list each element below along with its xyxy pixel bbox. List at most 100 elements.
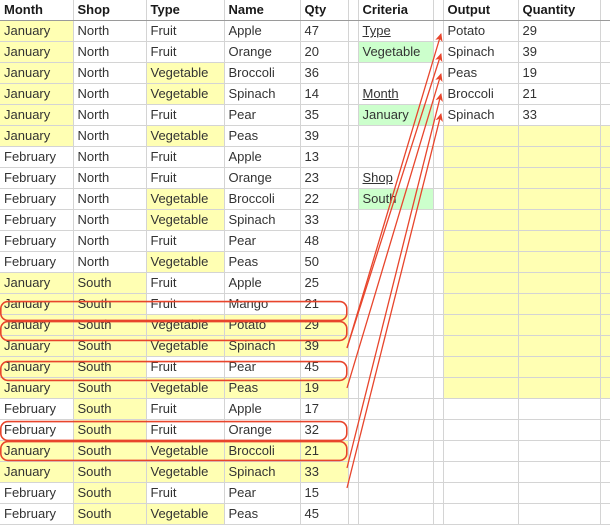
spacer-cell-2[interactable] [433, 314, 444, 336]
cell-month[interactable]: February [0, 251, 74, 273]
criteria-empty-cell[interactable] [358, 398, 434, 420]
output-name-empty[interactable] [443, 230, 519, 252]
cell-month[interactable]: February [0, 146, 74, 168]
output-qty-blank[interactable] [518, 503, 601, 525]
cell-shop[interactable]: North [73, 20, 147, 42]
output-qty-empty[interactable] [518, 356, 601, 378]
cell-name[interactable]: Orange [224, 419, 301, 441]
cell-type[interactable]: Vegetable [146, 251, 225, 273]
spacer-cell-2[interactable] [433, 335, 444, 357]
cell-month[interactable]: January [0, 335, 74, 357]
output-name-empty[interactable] [443, 272, 519, 294]
criteria-empty-cell[interactable] [358, 377, 434, 399]
criteria-empty-cell[interactable] [358, 419, 434, 441]
cell-type[interactable]: Vegetable [146, 188, 225, 210]
cell-qty[interactable]: 19 [300, 377, 349, 399]
cell-month[interactable]: February [0, 167, 74, 189]
spacer-cell-2[interactable] [433, 83, 444, 105]
output-name[interactable]: Spinach [443, 41, 519, 63]
output-qty-empty[interactable] [518, 230, 601, 252]
cell-qty[interactable]: 48 [300, 230, 349, 252]
column-header-qty[interactable]: Qty [300, 0, 349, 21]
output-qty-empty[interactable] [518, 125, 601, 147]
criteria-value[interactable]: South [358, 188, 434, 210]
cell-name[interactable]: Spinach [224, 461, 301, 483]
spacer-cell-3[interactable] [600, 41, 610, 63]
spacer-cell-3[interactable] [600, 167, 610, 189]
cell-type[interactable]: Fruit [146, 293, 225, 315]
cell-shop[interactable]: South [73, 314, 147, 336]
output-qty-blank[interactable] [518, 419, 601, 441]
cell-shop[interactable]: South [73, 356, 147, 378]
output-name-empty[interactable] [443, 293, 519, 315]
output-name-empty[interactable] [443, 188, 519, 210]
cell-month[interactable]: January [0, 440, 74, 462]
cell-name[interactable]: Broccoli [224, 188, 301, 210]
output-qty-blank[interactable] [518, 461, 601, 483]
cell-month[interactable]: February [0, 503, 74, 525]
output-qty-empty[interactable] [518, 146, 601, 168]
cell-type[interactable]: Fruit [146, 356, 225, 378]
cell-qty[interactable]: 25 [300, 272, 349, 294]
cell-name[interactable]: Peas [224, 377, 301, 399]
criteria-label[interactable]: Shop [358, 167, 434, 189]
spacer-cell-1[interactable] [348, 62, 359, 84]
output-name-empty[interactable] [443, 335, 519, 357]
spacer-cell-2[interactable] [433, 104, 444, 126]
spacer-cell-3[interactable] [600, 419, 610, 441]
criteria-empty-cell[interactable] [358, 482, 434, 504]
output-name[interactable]: Broccoli [443, 83, 519, 105]
cell-month[interactable]: January [0, 461, 74, 483]
output-qty-empty[interactable] [518, 335, 601, 357]
cell-shop[interactable]: North [73, 146, 147, 168]
column-header-quantity[interactable]: Quantity [518, 0, 601, 21]
column-header-output[interactable]: Output [443, 0, 519, 21]
criteria-value[interactable]: Vegetable [358, 41, 434, 63]
cell-name[interactable]: Peas [224, 503, 301, 525]
cell-name[interactable]: Potato [224, 314, 301, 336]
cell-name[interactable]: Broccoli [224, 62, 301, 84]
spacer-cell-1[interactable] [348, 314, 359, 336]
cell-qty[interactable]: 13 [300, 146, 349, 168]
cell-month[interactable]: January [0, 377, 74, 399]
spacer-cell-1[interactable] [348, 293, 359, 315]
spacer-cell-1[interactable] [348, 20, 359, 42]
spacer-cell-2[interactable] [433, 419, 444, 441]
spacer-cell-3[interactable] [600, 356, 610, 378]
cell-shop[interactable]: South [73, 461, 147, 483]
spacer-cell-2[interactable] [433, 125, 444, 147]
cell-type[interactable]: Fruit [146, 146, 225, 168]
cell-type[interactable]: Fruit [146, 272, 225, 294]
cell-qty[interactable]: 39 [300, 335, 349, 357]
cell-name[interactable]: Orange [224, 167, 301, 189]
output-qty-empty[interactable] [518, 293, 601, 315]
cell-month[interactable]: February [0, 482, 74, 504]
cell-qty[interactable]: 22 [300, 188, 349, 210]
spacer-cell-1[interactable] [348, 251, 359, 273]
cell-shop[interactable]: North [73, 188, 147, 210]
cell-type[interactable]: Fruit [146, 419, 225, 441]
spacer-cell-2[interactable] [433, 293, 444, 315]
spacer-cell-1[interactable] [348, 335, 359, 357]
cell-name[interactable]: Apple [224, 146, 301, 168]
spacer-cell-3[interactable] [600, 20, 610, 42]
cell-month[interactable]: January [0, 314, 74, 336]
cell-qty[interactable]: 39 [300, 125, 349, 147]
cell-qty[interactable]: 33 [300, 209, 349, 231]
column-header-name[interactable]: Name [224, 0, 301, 21]
cell-qty[interactable]: 35 [300, 104, 349, 126]
cell-name[interactable]: Orange [224, 41, 301, 63]
spacer-cell-1[interactable] [348, 398, 359, 420]
spacer-cell-1[interactable] [348, 272, 359, 294]
cell-month[interactable]: February [0, 419, 74, 441]
criteria-empty-cell[interactable] [358, 62, 434, 84]
spacer-cell-1[interactable] [348, 125, 359, 147]
cell-shop[interactable]: South [73, 482, 147, 504]
output-qty-empty[interactable] [518, 188, 601, 210]
cell-type[interactable]: Fruit [146, 167, 225, 189]
output-qty-empty[interactable] [518, 314, 601, 336]
output-qty-empty[interactable] [518, 272, 601, 294]
spacer-cell-1[interactable] [348, 440, 359, 462]
criteria-empty-cell[interactable] [358, 503, 434, 525]
cell-shop[interactable]: North [73, 125, 147, 147]
